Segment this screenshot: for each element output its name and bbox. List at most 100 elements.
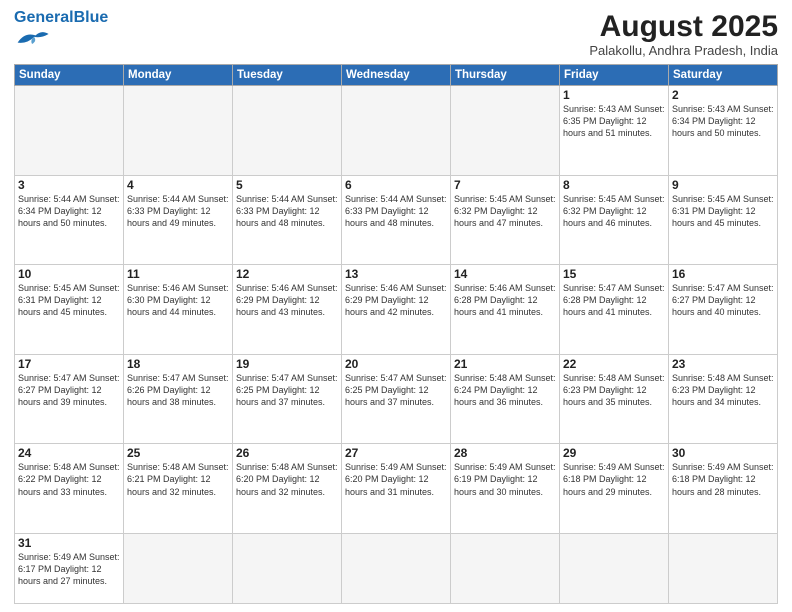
day-number: 22 bbox=[563, 357, 665, 371]
day-number: 12 bbox=[236, 267, 338, 281]
day-number: 3 bbox=[18, 178, 120, 192]
day-number: 26 bbox=[236, 446, 338, 460]
day-number: 13 bbox=[345, 267, 447, 281]
calendar-cell: 16Sunrise: 5:47 AM Sunset: 6:27 PM Dayli… bbox=[669, 265, 778, 355]
day-number: 24 bbox=[18, 446, 120, 460]
day-number: 19 bbox=[236, 357, 338, 371]
day-info: Sunrise: 5:45 AM Sunset: 6:32 PM Dayligh… bbox=[563, 193, 665, 229]
calendar-cell: 18Sunrise: 5:47 AM Sunset: 6:26 PM Dayli… bbox=[124, 354, 233, 444]
calendar-cell: 28Sunrise: 5:49 AM Sunset: 6:19 PM Dayli… bbox=[451, 444, 560, 534]
calendar-cell: 13Sunrise: 5:46 AM Sunset: 6:29 PM Dayli… bbox=[342, 265, 451, 355]
col-sunday: Sunday bbox=[15, 65, 124, 86]
day-info: Sunrise: 5:43 AM Sunset: 6:34 PM Dayligh… bbox=[672, 103, 774, 139]
calendar-header-row: Sunday Monday Tuesday Wednesday Thursday… bbox=[15, 65, 778, 86]
calendar-cell bbox=[669, 533, 778, 603]
calendar-cell: 11Sunrise: 5:46 AM Sunset: 6:30 PM Dayli… bbox=[124, 265, 233, 355]
day-info: Sunrise: 5:44 AM Sunset: 6:33 PM Dayligh… bbox=[236, 193, 338, 229]
subtitle: Palakollu, Andhra Pradesh, India bbox=[589, 43, 778, 58]
day-number: 8 bbox=[563, 178, 665, 192]
calendar-week-row: 17Sunrise: 5:47 AM Sunset: 6:27 PM Dayli… bbox=[15, 354, 778, 444]
calendar-cell: 23Sunrise: 5:48 AM Sunset: 6:23 PM Dayli… bbox=[669, 354, 778, 444]
calendar-week-row: 1Sunrise: 5:43 AM Sunset: 6:35 PM Daylig… bbox=[15, 86, 778, 176]
day-number: 5 bbox=[236, 178, 338, 192]
day-number: 21 bbox=[454, 357, 556, 371]
calendar-cell: 21Sunrise: 5:48 AM Sunset: 6:24 PM Dayli… bbox=[451, 354, 560, 444]
calendar-cell bbox=[15, 86, 124, 176]
calendar-cell: 12Sunrise: 5:46 AM Sunset: 6:29 PM Dayli… bbox=[233, 265, 342, 355]
day-info: Sunrise: 5:49 AM Sunset: 6:18 PM Dayligh… bbox=[672, 461, 774, 497]
logo-text: GeneralBlue bbox=[14, 10, 108, 26]
day-info: Sunrise: 5:47 AM Sunset: 6:25 PM Dayligh… bbox=[345, 372, 447, 408]
day-number: 7 bbox=[454, 178, 556, 192]
calendar-cell: 9Sunrise: 5:45 AM Sunset: 6:31 PM Daylig… bbox=[669, 175, 778, 265]
logo-general: General bbox=[14, 9, 74, 26]
calendar-cell bbox=[233, 86, 342, 176]
col-wednesday: Wednesday bbox=[342, 65, 451, 86]
day-info: Sunrise: 5:47 AM Sunset: 6:27 PM Dayligh… bbox=[18, 372, 120, 408]
calendar-cell: 27Sunrise: 5:49 AM Sunset: 6:20 PM Dayli… bbox=[342, 444, 451, 534]
day-number: 29 bbox=[563, 446, 665, 460]
calendar-cell: 20Sunrise: 5:47 AM Sunset: 6:25 PM Dayli… bbox=[342, 354, 451, 444]
calendar-cell: 5Sunrise: 5:44 AM Sunset: 6:33 PM Daylig… bbox=[233, 175, 342, 265]
calendar-cell: 14Sunrise: 5:46 AM Sunset: 6:28 PM Dayli… bbox=[451, 265, 560, 355]
day-number: 14 bbox=[454, 267, 556, 281]
col-tuesday: Tuesday bbox=[233, 65, 342, 86]
day-info: Sunrise: 5:45 AM Sunset: 6:32 PM Dayligh… bbox=[454, 193, 556, 229]
header: GeneralBlue August 2025 Palakollu, Andhr… bbox=[14, 10, 778, 58]
calendar-week-row: 24Sunrise: 5:48 AM Sunset: 6:22 PM Dayli… bbox=[15, 444, 778, 534]
day-number: 9 bbox=[672, 178, 774, 192]
day-info: Sunrise: 5:48 AM Sunset: 6:23 PM Dayligh… bbox=[563, 372, 665, 408]
calendar-cell: 4Sunrise: 5:44 AM Sunset: 6:33 PM Daylig… bbox=[124, 175, 233, 265]
calendar-cell: 30Sunrise: 5:49 AM Sunset: 6:18 PM Dayli… bbox=[669, 444, 778, 534]
day-info: Sunrise: 5:49 AM Sunset: 6:17 PM Dayligh… bbox=[18, 551, 120, 587]
day-number: 25 bbox=[127, 446, 229, 460]
calendar-cell: 15Sunrise: 5:47 AM Sunset: 6:28 PM Dayli… bbox=[560, 265, 669, 355]
title-block: August 2025 Palakollu, Andhra Pradesh, I… bbox=[589, 10, 778, 58]
calendar-week-row: 10Sunrise: 5:45 AM Sunset: 6:31 PM Dayli… bbox=[15, 265, 778, 355]
logo: GeneralBlue bbox=[14, 10, 108, 50]
day-info: Sunrise: 5:49 AM Sunset: 6:18 PM Dayligh… bbox=[563, 461, 665, 497]
col-thursday: Thursday bbox=[451, 65, 560, 86]
calendar-cell bbox=[233, 533, 342, 603]
calendar-cell bbox=[342, 86, 451, 176]
day-info: Sunrise: 5:49 AM Sunset: 6:19 PM Dayligh… bbox=[454, 461, 556, 497]
day-info: Sunrise: 5:44 AM Sunset: 6:33 PM Dayligh… bbox=[127, 193, 229, 229]
day-number: 2 bbox=[672, 88, 774, 102]
day-number: 10 bbox=[18, 267, 120, 281]
calendar-cell: 8Sunrise: 5:45 AM Sunset: 6:32 PM Daylig… bbox=[560, 175, 669, 265]
day-info: Sunrise: 5:45 AM Sunset: 6:31 PM Dayligh… bbox=[672, 193, 774, 229]
day-info: Sunrise: 5:47 AM Sunset: 6:25 PM Dayligh… bbox=[236, 372, 338, 408]
day-info: Sunrise: 5:47 AM Sunset: 6:26 PM Dayligh… bbox=[127, 372, 229, 408]
calendar-cell bbox=[451, 533, 560, 603]
calendar-week-row: 31Sunrise: 5:49 AM Sunset: 6:17 PM Dayli… bbox=[15, 533, 778, 603]
day-info: Sunrise: 5:44 AM Sunset: 6:34 PM Dayligh… bbox=[18, 193, 120, 229]
day-number: 6 bbox=[345, 178, 447, 192]
calendar-cell bbox=[342, 533, 451, 603]
calendar-cell: 24Sunrise: 5:48 AM Sunset: 6:22 PM Dayli… bbox=[15, 444, 124, 534]
day-number: 27 bbox=[345, 446, 447, 460]
day-number: 16 bbox=[672, 267, 774, 281]
calendar-cell: 10Sunrise: 5:45 AM Sunset: 6:31 PM Dayli… bbox=[15, 265, 124, 355]
day-number: 18 bbox=[127, 357, 229, 371]
calendar-cell bbox=[451, 86, 560, 176]
day-info: Sunrise: 5:48 AM Sunset: 6:20 PM Dayligh… bbox=[236, 461, 338, 497]
calendar-cell: 26Sunrise: 5:48 AM Sunset: 6:20 PM Dayli… bbox=[233, 444, 342, 534]
main-title: August 2025 bbox=[589, 10, 778, 43]
day-info: Sunrise: 5:48 AM Sunset: 6:22 PM Dayligh… bbox=[18, 461, 120, 497]
page: GeneralBlue August 2025 Palakollu, Andhr… bbox=[0, 0, 792, 612]
day-number: 4 bbox=[127, 178, 229, 192]
day-info: Sunrise: 5:47 AM Sunset: 6:28 PM Dayligh… bbox=[563, 282, 665, 318]
calendar-cell: 2Sunrise: 5:43 AM Sunset: 6:34 PM Daylig… bbox=[669, 86, 778, 176]
calendar-cell: 29Sunrise: 5:49 AM Sunset: 6:18 PM Dayli… bbox=[560, 444, 669, 534]
calendar-cell: 6Sunrise: 5:44 AM Sunset: 6:33 PM Daylig… bbox=[342, 175, 451, 265]
day-number: 1 bbox=[563, 88, 665, 102]
col-monday: Monday bbox=[124, 65, 233, 86]
calendar-cell bbox=[124, 86, 233, 176]
day-number: 20 bbox=[345, 357, 447, 371]
calendar-week-row: 3Sunrise: 5:44 AM Sunset: 6:34 PM Daylig… bbox=[15, 175, 778, 265]
calendar-cell bbox=[560, 533, 669, 603]
calendar-cell: 3Sunrise: 5:44 AM Sunset: 6:34 PM Daylig… bbox=[15, 175, 124, 265]
calendar-cell: 17Sunrise: 5:47 AM Sunset: 6:27 PM Dayli… bbox=[15, 354, 124, 444]
day-number: 30 bbox=[672, 446, 774, 460]
day-info: Sunrise: 5:46 AM Sunset: 6:28 PM Dayligh… bbox=[454, 282, 556, 318]
